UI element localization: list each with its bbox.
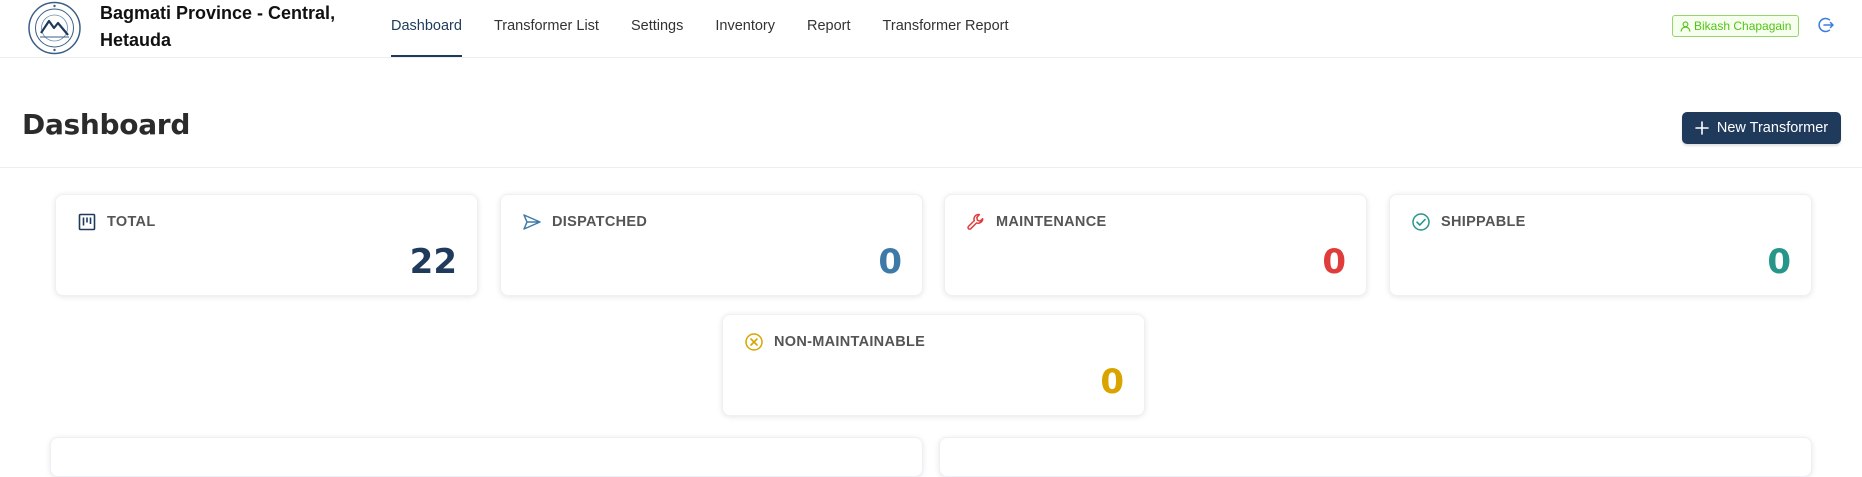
user-badge[interactable]: Bikash Chapagain bbox=[1672, 15, 1800, 37]
stat-card-dispatched[interactable]: DISPATCHED 0 bbox=[500, 194, 923, 296]
stat-card-maintenance[interactable]: MAINTENANCE 0 bbox=[944, 194, 1367, 296]
stat-card-shippable[interactable]: SHIPPABLE 0 bbox=[1389, 194, 1812, 296]
nav-transformer-report[interactable]: Transformer Report bbox=[883, 0, 1009, 58]
board-icon bbox=[78, 213, 96, 231]
wrench-icon bbox=[967, 213, 984, 230]
stat-label: MAINTENANCE bbox=[996, 214, 1107, 230]
nav-report[interactable]: Report bbox=[807, 0, 851, 58]
nav-transformer-list[interactable]: Transformer List bbox=[494, 0, 599, 58]
organization-title: Bagmati Province - Central, Hetauda bbox=[100, 3, 336, 50]
stat-label: SHIPPABLE bbox=[1441, 214, 1526, 230]
stat-label: NON-MAINTAINABLE bbox=[774, 334, 926, 350]
send-icon bbox=[523, 214, 541, 230]
stat-label: TOTAL bbox=[107, 214, 156, 230]
top-navbar: Bagmati Province - Central, Hetauda Dash… bbox=[0, 0, 1862, 58]
stat-value: 0 bbox=[1100, 362, 1124, 402]
check-circle-icon bbox=[1412, 213, 1430, 231]
nav-inventory[interactable]: Inventory bbox=[715, 0, 775, 58]
plus-icon bbox=[1695, 121, 1709, 135]
page-title: Dashboard bbox=[22, 108, 191, 141]
new-transformer-button[interactable]: New Transformer bbox=[1682, 112, 1841, 144]
nav-settings[interactable]: Settings bbox=[631, 0, 683, 58]
stat-value: 22 bbox=[409, 242, 457, 282]
stat-value: 0 bbox=[1322, 242, 1346, 282]
chart-panel-right bbox=[939, 437, 1812, 477]
stat-value: 0 bbox=[1767, 242, 1791, 282]
nav-dashboard[interactable]: Dashboard bbox=[391, 0, 462, 58]
stat-value: 0 bbox=[878, 242, 902, 282]
header-divider bbox=[0, 167, 1862, 168]
organization-logo[interactable] bbox=[27, 1, 82, 55]
logout-icon[interactable] bbox=[1817, 16, 1835, 34]
stat-label: DISPATCHED bbox=[552, 214, 648, 230]
stat-card-total[interactable]: TOTAL 22 bbox=[55, 194, 478, 296]
chart-panel-left bbox=[50, 437, 923, 477]
close-circle-icon bbox=[745, 333, 763, 351]
stat-card-non-maintainable[interactable]: NON-MAINTAINABLE 0 bbox=[722, 314, 1145, 416]
new-transformer-label: New Transformer bbox=[1716, 120, 1829, 136]
main-nav: Dashboard Transformer List Settings Inve… bbox=[391, 0, 1041, 58]
user-icon bbox=[1680, 20, 1691, 32]
user-name: Bikash Chapagain bbox=[1694, 19, 1792, 33]
